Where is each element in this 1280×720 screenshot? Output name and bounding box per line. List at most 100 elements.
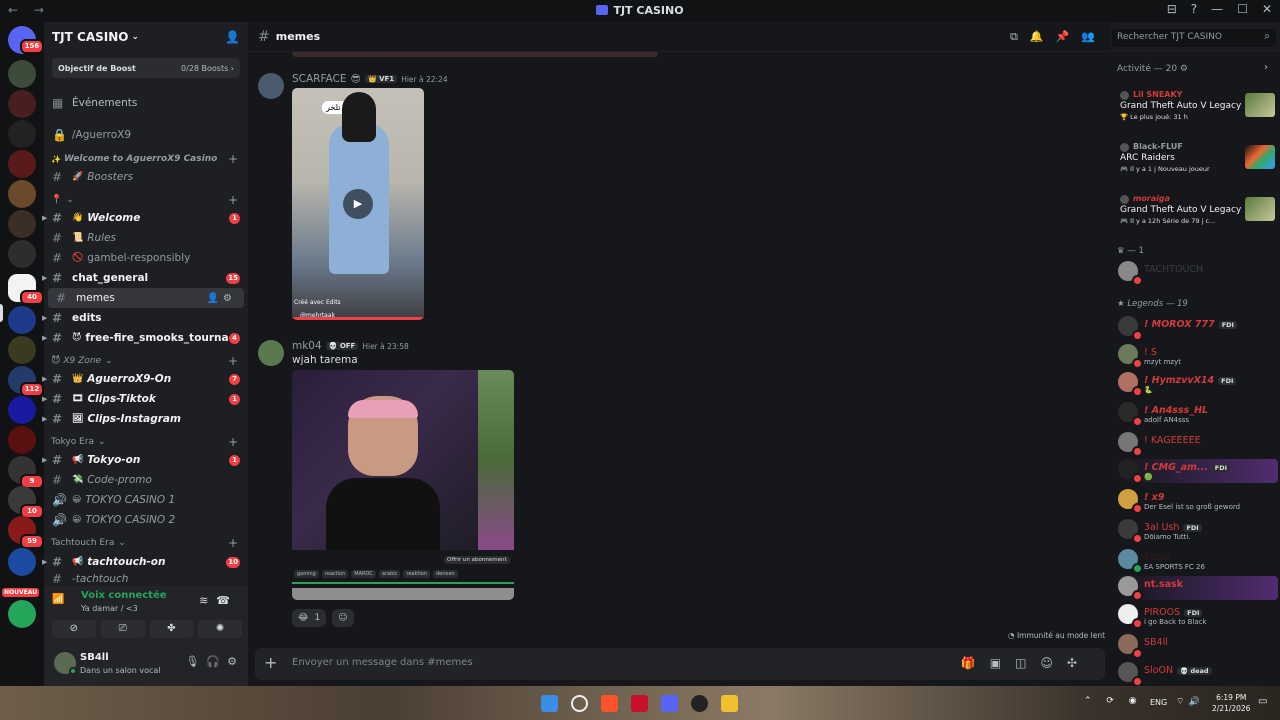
channel-item[interactable]: ▶ # 👑 AguerroX9-On 7 — [42, 369, 248, 389]
window-controls[interactable]: ⊟ ? — ☐ ✕ — [1167, 2, 1272, 16]
server-icon[interactable] — [8, 60, 36, 88]
voice-status[interactable]: Voix connectée — [81, 590, 167, 601]
channel-item[interactable]: # 📜 Rules — [44, 228, 248, 248]
activity-card[interactable]: moraiga Grand Theft Auto V Legacy 🎮 Il y… — [1120, 194, 1275, 238]
member-item[interactable]: nt.sask — [1118, 576, 1278, 601]
attach-plus-icon[interactable]: + — [264, 653, 277, 672]
server-icon[interactable] — [8, 90, 36, 118]
message-composer[interactable]: + Envoyer un message dans #memes 🎁▣◫☺✣ — [255, 648, 1105, 680]
channel-item[interactable]: # 💸 Code-promo — [44, 470, 248, 490]
noise-suppression-icon[interactable]: ≋ — [199, 594, 216, 607]
camera-off-button[interactable]: ⊘ — [52, 620, 96, 638]
guild-header[interactable]: TJT CASINO ⌄ 👤 — [44, 22, 248, 52]
system-tray[interactable]: ⌃ ⟳ ◉ — [1084, 696, 1143, 706]
add-channel-icon[interactable]: + — [228, 193, 238, 207]
member-item[interactable]: ! Smzyt mzyt — [1118, 344, 1278, 369]
gif-icon[interactable]: ▣ — [990, 656, 1015, 670]
server-icon[interactable] — [8, 210, 36, 238]
minimize-button[interactable]: — — [1211, 2, 1223, 16]
language-indicator[interactable]: ENG — [1150, 698, 1167, 707]
member-item[interactable]: SloON 💀 dead — [1118, 662, 1278, 687]
member-item[interactable]: ! MOROX 777 FDI — [1118, 316, 1278, 341]
channel-item-memes[interactable]: # memes 👤⚙ — [48, 288, 244, 308]
voice-channel-name[interactable]: Ya damar / <3 — [81, 604, 138, 613]
channel-item[interactable]: ▶ # 🎞 Clips-Tiktok 1 — [42, 389, 248, 409]
members-icon[interactable]: 👥 — [1081, 30, 1107, 43]
channel-item[interactable]: ▶ # 🖼 Clips-Instagram — [42, 409, 248, 429]
activity-card[interactable]: Black-FLUF ARC Raiders 🎮 Il y a 1 j Nouv… — [1120, 142, 1275, 186]
add-reaction-button[interactable]: ☺ — [332, 609, 354, 627]
member-item[interactable]: Ecurz EA SPORTS FC 26 — [1118, 549, 1278, 574]
start-windows-icon[interactable] — [541, 695, 558, 712]
channel-item[interactable]: ▶ # 😈 free-fire_smooks_tourna... 4 — [42, 328, 248, 348]
avatar[interactable] — [258, 340, 284, 366]
author-name[interactable]: SCARFACE — [292, 73, 347, 85]
user-controls[interactable]: 🎙🎧⚙ — [185, 655, 244, 668]
category-header[interactable]: 😈 X9 Zone ⌄ + — [44, 352, 248, 370]
server-icon[interactable] — [8, 180, 36, 208]
category-header[interactable]: 📍 ⌄ + — [44, 191, 248, 209]
search-icon[interactable] — [571, 695, 588, 712]
clock[interactable]: 6:19 PM 2/21/2026 — [1212, 692, 1250, 714]
microphone-icon[interactable]: 🎙 — [185, 655, 206, 668]
server-icon[interactable] — [8, 306, 36, 334]
reaction-button[interactable]: 😂 1 — [292, 609, 327, 627]
server-icon[interactable] — [8, 426, 36, 454]
category-header[interactable]: ✨ Welcome to AguerroX9 Casino + — [44, 150, 248, 168]
file-explorer-icon[interactable] — [721, 695, 738, 712]
disconnect-icon[interactable]: ☎ — [216, 594, 238, 607]
channel-item[interactable]: # -tachtouch — [44, 572, 248, 586]
channel-actions[interactable]: 👤⚙ — [207, 293, 236, 304]
boost-goal[interactable]: Objectif de Boost 0/28 Boosts › — [52, 58, 240, 78]
member-item[interactable]: ! KAGEEEEE — [1118, 432, 1278, 457]
activity-card[interactable]: Lil SNEAKY Grand Theft Auto V Legacy 🏆 L… — [1120, 90, 1275, 134]
maximize-button[interactable]: ☐ — [1237, 2, 1248, 16]
member-item[interactable]: ! An4sss_HL adolf AN4sss — [1118, 402, 1278, 427]
add-channel-icon[interactable]: + — [228, 536, 238, 550]
channel-item[interactable]: ▶ # 👋 Welcome 1 — [42, 208, 248, 228]
screen-share-button[interactable]: ⎚ — [100, 620, 145, 638]
sticker-icon[interactable]: ◫ — [1015, 656, 1040, 670]
channel-item[interactable]: ▶ # 📢 tachtouch-on 10 — [42, 552, 248, 572]
channel-item[interactable]: # 🚫 gambel-responsibly — [44, 248, 248, 268]
voice-channel-item[interactable]: 🔊 😀 TOKYO CASINO 2 — [44, 510, 248, 530]
gear-icon[interactable]: ⚙ — [227, 655, 244, 668]
server-icon[interactable] — [8, 120, 36, 148]
invite-people-icon[interactable]: 👤 — [225, 30, 240, 44]
member-item[interactable]: PIROOS FDI i go Back to Black — [1118, 604, 1278, 629]
add-channel-icon[interactable]: + — [228, 152, 238, 166]
threads-icon[interactable]: ⧉ — [1010, 30, 1030, 43]
voice-controls[interactable]: ≋☎ — [199, 594, 238, 607]
composer-input[interactable]: Envoyer un message dans #memes — [292, 657, 473, 668]
gear-icon[interactable]: ⚙ — [1180, 64, 1188, 74]
user-area[interactable]: SB4ll Dans un salon vocal 🎙🎧⚙ — [54, 652, 244, 680]
member-item[interactable]: TACHTOUCH — [1118, 261, 1278, 286]
category-header[interactable]: Tachtouch Era ⌄ + — [44, 534, 248, 552]
server-icon[interactable] — [8, 240, 36, 268]
headphones-icon[interactable]: 🎧 — [206, 655, 227, 668]
server-icon[interactable] — [8, 548, 36, 576]
add-server-icon[interactable] — [8, 600, 36, 628]
channel-item[interactable]: # 🚀 Boosters — [44, 167, 248, 187]
bell-icon[interactable]: 🔔 — [1030, 30, 1056, 43]
activities-button[interactable]: ✤ — [149, 620, 194, 638]
server-icon[interactable] — [8, 336, 36, 364]
member-item[interactable]: ! x9 Der Esel ist so groß geword — [1118, 489, 1278, 514]
discord-icon[interactable] — [661, 695, 678, 712]
network-volume-icons[interactable]: ⌔🔊 — [1176, 696, 1204, 707]
member-item[interactable]: SB4ll — [1118, 634, 1278, 659]
close-button[interactable]: ✕ — [1262, 2, 1272, 16]
server-icon[interactable] — [8, 150, 36, 178]
gift-icon[interactable]: 🎁 — [961, 656, 990, 670]
channel-item[interactable]: ▶ # edits — [42, 308, 248, 328]
author-name[interactable]: mk04 — [292, 340, 322, 352]
help-icon[interactable]: ? — [1191, 2, 1197, 16]
server-icon[interactable] — [8, 396, 36, 424]
avatar[interactable] — [258, 73, 284, 99]
apps-icon[interactable]: ✣ — [1067, 656, 1091, 670]
channel-item[interactable]: 🔒 /AguerroX9 — [44, 125, 248, 145]
inbox-icon[interactable]: ⊟ — [1167, 2, 1177, 16]
soundboard-button[interactable]: ✺ — [198, 620, 242, 638]
steam-icon[interactable] — [691, 695, 708, 712]
channel-item[interactable]: ▶ # 📢 Tokyo-on 1 — [42, 450, 248, 470]
